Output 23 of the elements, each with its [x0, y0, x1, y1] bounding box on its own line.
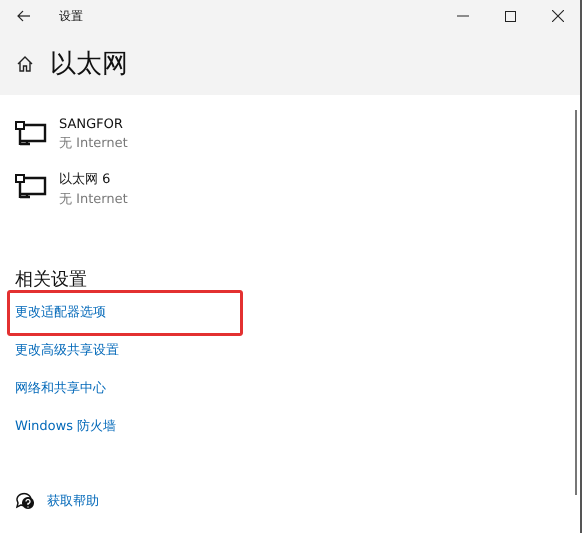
network-computer-icon: [15, 121, 49, 147]
page-title: 以太网: [50, 48, 128, 81]
settings-link[interactable]: Windows 防火墙: [15, 419, 116, 434]
home-icon[interactable]: [16, 54, 34, 72]
maximize-icon[interactable]: [505, 10, 516, 22]
window-title: 设置: [59, 8, 83, 24]
adapter-status: 无 Internet: [59, 191, 128, 208]
section-heading: 相关设置: [15, 270, 88, 290]
settings-link[interactable]: 更改适配器选项: [15, 305, 106, 320]
network-computer-icon: [15, 174, 49, 200]
adapter-status: 无 Internet: [59, 135, 128, 152]
scrollbar[interactable]: [575, 110, 577, 495]
adapter-name: SANGFOR: [59, 117, 124, 132]
back-arrow-icon[interactable]: [17, 10, 31, 22]
minimize-icon[interactable]: [457, 15, 469, 17]
settings-link[interactable]: 网络和共享中心: [15, 381, 106, 396]
adapter-item[interactable]: 以太网 6 无 Internet: [15, 170, 580, 208]
close-icon[interactable]: [552, 10, 564, 22]
help-link[interactable]: 获取帮助: [47, 492, 99, 510]
adapter-item[interactable]: SANGFOR 无 Internet: [15, 117, 580, 152]
adapter-name: 以太网 6: [59, 171, 112, 188]
settings-link[interactable]: 更改高级共享设置: [15, 343, 119, 358]
help-chat-icon: [15, 492, 35, 510]
